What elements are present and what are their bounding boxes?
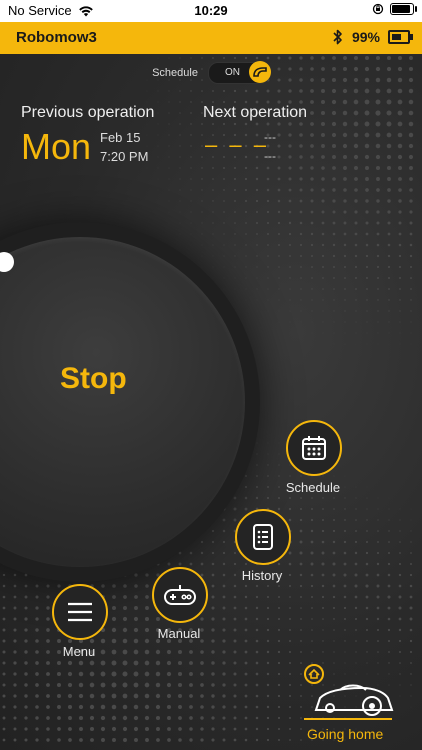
schedule-button[interactable] [286, 420, 342, 476]
history-button-label: History [241, 568, 283, 583]
previous-operation-day: Mon [21, 126, 92, 167]
going-home-label: Going home [307, 726, 384, 742]
previous-operation-date: Feb 15 [100, 130, 141, 145]
next-operation-day: – – – [205, 132, 269, 157]
next-operation-time: --- [264, 149, 276, 163]
going-home-status[interactable] [300, 660, 398, 721]
robot-battery-icon [388, 30, 413, 44]
manual-button-label: Manual [157, 626, 201, 641]
clock: 10:29 [194, 3, 228, 18]
app-header: Robomow3 99% [0, 22, 422, 54]
next-operation-date: --- [264, 130, 276, 144]
main-area: Schedule ON Previous operation Mon Feb 1… [0, 54, 422, 750]
status-right [372, 3, 417, 15]
calendar-icon [302, 436, 326, 460]
previous-operation-time: 7:20 PM [100, 149, 149, 164]
gamepad-icon [164, 585, 196, 605]
menu-button-label: Menu [62, 644, 96, 659]
schedule-toggle-row: Schedule ON [0, 61, 422, 84]
phone-battery-fill [392, 5, 411, 13]
schedule-toggle-state: ON [224, 67, 240, 78]
previous-operation-label: Previous operation [21, 104, 155, 121]
menu-button[interactable] [52, 584, 108, 640]
schedule-toggle[interactable]: ON [207, 61, 271, 84]
robot-name: Robomow3 [16, 29, 97, 46]
hamburger-icon [68, 602, 92, 622]
mower-logo-icon [248, 61, 271, 83]
phone-battery-icon [390, 3, 417, 15]
manual-button[interactable] [152, 567, 208, 623]
schedule-toggle-label: Schedule [152, 67, 198, 79]
stop-button-label: Stop [60, 362, 127, 395]
next-operation-label: Next operation [203, 104, 308, 121]
history-button[interactable] [235, 509, 291, 565]
robot-status: 99% [332, 28, 413, 46]
bluetooth-icon [333, 29, 342, 45]
schedule-button-label: Schedule [285, 480, 341, 495]
robot-battery-fill [392, 34, 401, 40]
robot-mower-home-icon [304, 664, 394, 716]
previous-operation-datetime: Feb 15 7:20 PM [100, 128, 148, 166]
orientation-lock-icon [372, 3, 384, 15]
robot-battery-percent: 99% [351, 29, 380, 45]
going-home-underline [304, 718, 392, 720]
history-list-icon [253, 524, 273, 550]
next-operation-datetime: --- --- [264, 128, 276, 166]
status-bar: No Service 10:29 [0, 0, 422, 22]
